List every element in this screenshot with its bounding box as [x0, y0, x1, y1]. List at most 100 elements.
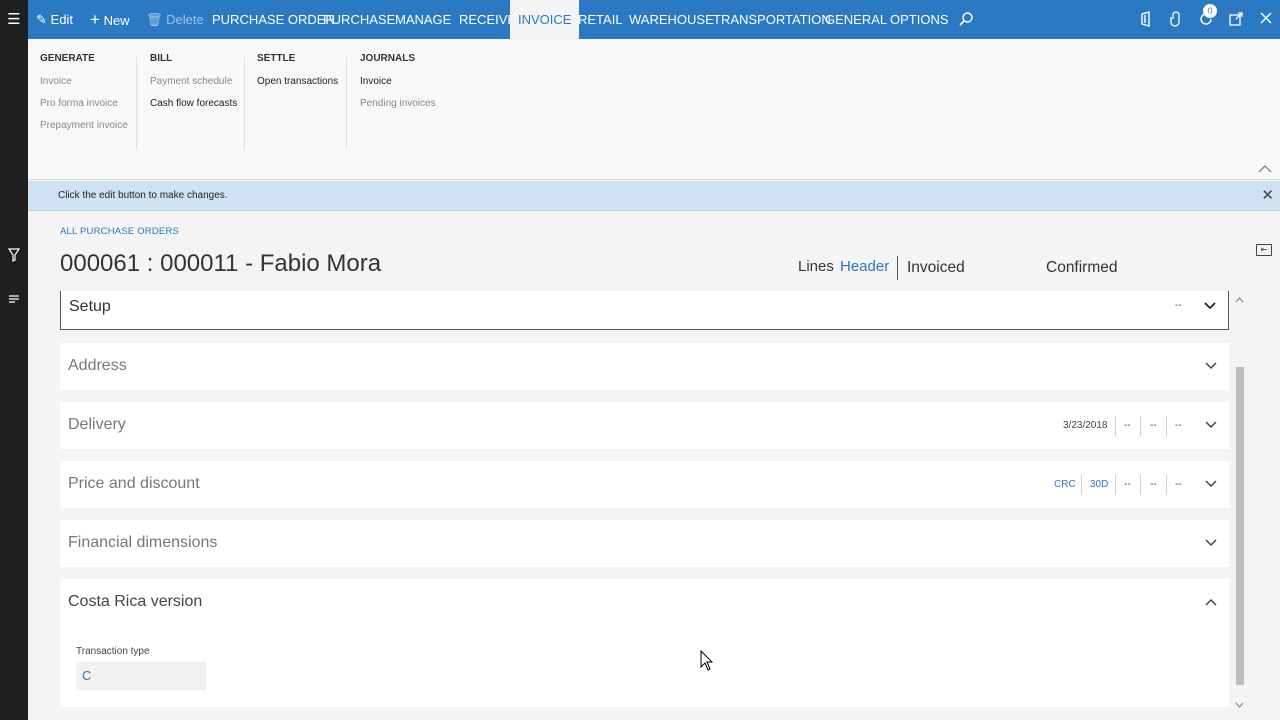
fasttab-title: Setup	[69, 298, 111, 315]
fasttab-title: Price and discount	[68, 475, 200, 492]
fasttab-setup[interactable]: Setup --	[60, 291, 1229, 330]
tab-warehouse[interactable]: WAREHOUSE	[629, 0, 714, 39]
ribbon-group-generate: GENERATE Invoice Pro forma invoice Prepa…	[40, 53, 128, 137]
chevron-down-icon[interactable]	[1205, 359, 1217, 373]
summary-divider	[1166, 416, 1167, 436]
ribbon-payment-schedule[interactable]: Payment schedule	[150, 71, 237, 93]
open-new-window-icon[interactable]	[1228, 11, 1244, 27]
filter-icon[interactable]	[0, 248, 28, 266]
list-menu-icon[interactable]	[0, 292, 28, 309]
scrollbar-thumb[interactable]	[1236, 367, 1244, 685]
new-label: New	[103, 13, 130, 28]
tab-purchase-order[interactable]: PURCHASE ORDER	[212, 0, 335, 39]
view-header-toggle[interactable]: Header	[840, 258, 889, 275]
summary-divider	[1115, 416, 1116, 436]
fasttab-financial-dimensions[interactable]: Financial dimensions	[60, 520, 1229, 567]
transaction-type-label: Transaction type	[76, 646, 150, 657]
tab-retail[interactable]: RETAIL	[578, 0, 623, 39]
fasttab-title: Costa Rica version	[68, 593, 203, 610]
fasttab-costa-rica-version[interactable]: Costa Rica version Transaction type C	[60, 579, 1229, 707]
ribbon-group-header: SETTLE	[257, 53, 296, 64]
tab-invoice[interactable]: INVOICE	[510, 0, 580, 39]
trash-icon: 🗑	[146, 12, 163, 27]
breadcrumb[interactable]: ALL PURCHASE ORDERS	[60, 226, 179, 237]
search-icon[interactable]	[958, 11, 974, 27]
chevron-down-icon[interactable]	[1205, 418, 1217, 432]
ribbon-divider	[346, 57, 347, 149]
tab-manage[interactable]: MANAGE	[395, 0, 451, 39]
tab-options[interactable]: OPTIONS	[890, 0, 949, 39]
ribbon-divider	[136, 57, 137, 149]
fasttab-summary-date: 3/23/2018	[1063, 420, 1108, 431]
scroll-down-arrow-icon[interactable]	[1235, 695, 1244, 713]
attachment-icon[interactable]	[1168, 11, 1184, 27]
tab-transportation[interactable]: TRANSPORTATION	[713, 0, 831, 39]
tab-purchase[interactable]: PURCHASE	[323, 0, 395, 39]
chevron-up-icon[interactable]	[1205, 595, 1217, 609]
edit-label: Edit	[50, 12, 73, 27]
fasttab-delivery[interactable]: Delivery 3/23/2018 -- -- --	[60, 402, 1229, 449]
ribbon-group-settle: SETTLE Open transactions	[257, 53, 338, 93]
fasttab-summary-currency[interactable]: CRC	[1054, 461, 1076, 508]
plus-icon: +	[90, 10, 100, 29]
header-divider	[897, 256, 898, 280]
summary-divider	[1166, 475, 1167, 495]
tab-receive[interactable]: RECEIVE	[459, 0, 516, 39]
ribbon-open-transactions[interactable]: Open transactions	[257, 71, 338, 93]
edit-pencil-icon: ✎	[36, 12, 47, 27]
collapse-ribbon-chevron-icon[interactable]	[1258, 165, 1272, 173]
ribbon-group-bill: BILL Payment schedule Cash flow forecast…	[150, 53, 237, 115]
ribbon-cash-flow-forecasts[interactable]: Cash flow forecasts	[150, 93, 237, 115]
left-nav-bar: ☰	[0, 0, 28, 720]
info-message-bar: Click the edit button to make changes. ✕	[28, 181, 1280, 211]
scroll-up-arrow-icon[interactable]	[1235, 295, 1244, 305]
fasttab-summary: --	[1175, 300, 1182, 311]
ribbon-group-header: GENERATE	[40, 53, 95, 64]
fasttab-summary-terms[interactable]: 30D	[1090, 461, 1108, 508]
chevron-down-icon[interactable]	[1205, 477, 1217, 491]
ribbon-pro-forma-invoice[interactable]: Pro forma invoice	[40, 93, 128, 115]
summary-divider	[1140, 416, 1141, 436]
fasttab-price-and-discount[interactable]: Price and discount CRC 30D -- -- --	[60, 461, 1229, 508]
summary-divider	[1081, 475, 1082, 495]
delete-label: Delete	[166, 12, 204, 27]
close-form-icon[interactable]	[1258, 11, 1274, 27]
ribbon-generate-invoice[interactable]: Invoice	[40, 71, 128, 93]
ribbon-group-journals: JOURNALS Invoice Pending invoices	[360, 53, 436, 115]
summary-divider	[1115, 475, 1116, 495]
delete-button[interactable]: 🗑 Delete	[146, 0, 204, 39]
page-title: 000061 : 000011 - Fabio Mora	[60, 250, 382, 277]
edit-button[interactable]: ✎ Edit	[36, 0, 73, 39]
summary-divider	[1140, 475, 1141, 495]
fasttab-summary: --	[1124, 479, 1131, 490]
fasttab-summary: --	[1150, 479, 1157, 490]
action-pane: ✎ Edit + New 🗑 Delete PURCHASE ORDER PUR…	[28, 0, 1280, 39]
fasttab-title: Financial dimensions	[68, 534, 218, 551]
hamburger-menu-icon[interactable]: ☰	[0, 10, 28, 28]
fasttab-summary: --	[1150, 420, 1157, 431]
status-invoiced: Invoiced	[907, 259, 965, 276]
info-message-text: Click the edit button to make changes.	[58, 190, 228, 201]
close-icon[interactable]: ✕	[1261, 181, 1274, 211]
chevron-down-icon[interactable]	[1204, 299, 1216, 313]
ribbon-divider	[244, 57, 245, 149]
view-lines-toggle[interactable]: Lines	[798, 258, 834, 275]
fasttab-container: Setup -- Address Delivery 3/23/2018 -- -…	[60, 291, 1230, 711]
mouse-cursor-icon	[700, 649, 714, 672]
ribbon-prepayment-invoice[interactable]: Prepayment invoice	[40, 115, 128, 137]
office-icon[interactable]	[1138, 11, 1154, 27]
transaction-type-field[interactable]: C	[76, 662, 206, 690]
refresh-icon[interactable]	[1198, 11, 1214, 27]
related-info-pane-icon[interactable]: ⇤	[1256, 244, 1272, 256]
chevron-down-icon[interactable]	[1205, 536, 1217, 550]
ribbon-pending-invoices[interactable]: Pending invoices	[360, 93, 436, 115]
fasttab-summary: --	[1124, 420, 1131, 431]
fasttab-title: Delivery	[68, 416, 126, 433]
tab-general[interactable]: GENERAL	[825, 0, 887, 39]
invoice-ribbon: GENERATE Invoice Pro forma invoice Prepa…	[28, 39, 1280, 180]
fasttab-address[interactable]: Address	[60, 343, 1229, 390]
ribbon-journals-invoice[interactable]: Invoice	[360, 71, 436, 93]
fasttab-title: Address	[68, 357, 127, 374]
vertical-scrollbar[interactable]	[1234, 291, 1244, 711]
new-button[interactable]: + New	[90, 0, 130, 39]
